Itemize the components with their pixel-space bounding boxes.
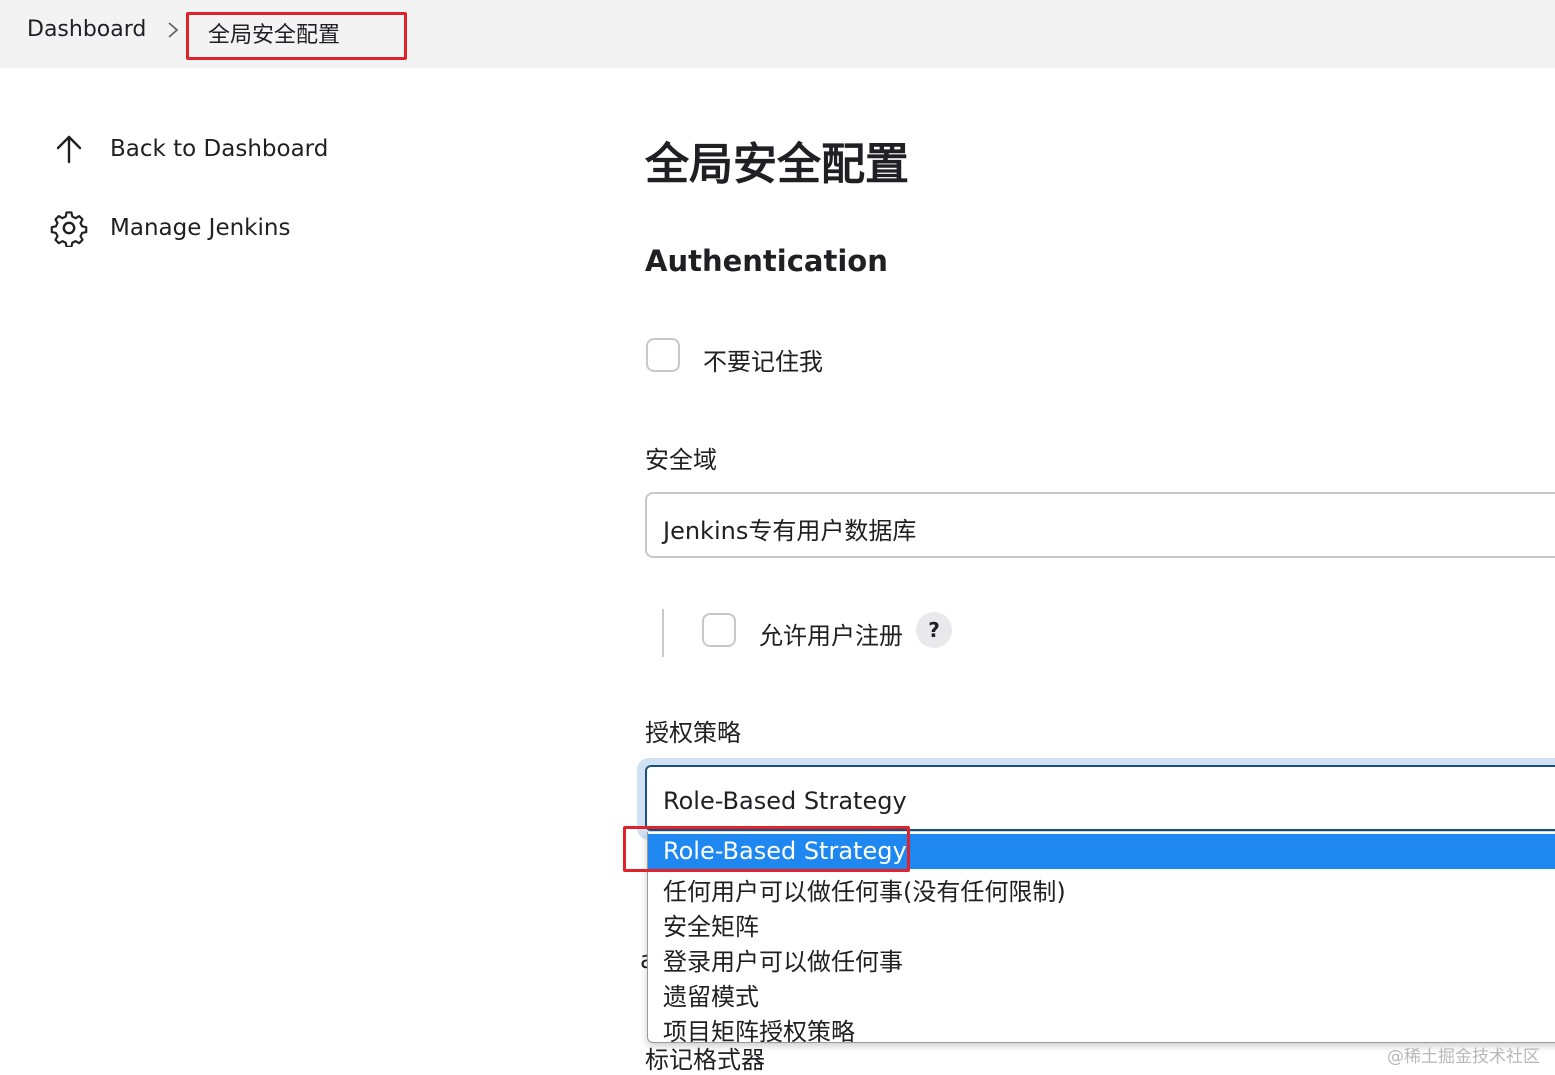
chevron-right-icon [168,22,179,38]
sidebar-item-label: Back to Dashboard [110,136,329,162]
authorization-value: Role-Based Strategy [663,787,907,815]
breadcrumb-dashboard[interactable]: Dashboard [27,17,146,42]
gear-icon [50,211,88,247]
option-label: 登录用户可以做任何事 [663,948,903,976]
security-realm-select[interactable]: Jenkins专有用户数据库 [645,492,1555,558]
sidebar-item-manage-jenkins[interactable]: Manage Jenkins [50,208,290,248]
watermark: @稀土掘金技术社区 [1387,1047,1540,1067]
authorization-label: 授权策略 [645,719,741,747]
dropdown-option-legacy[interactable]: 遗留模式 [648,974,1555,1011]
help-icon[interactable]: ? [916,612,952,648]
dropdown-option-unsecured[interactable]: 任何用户可以做任何事(没有任何限制) [648,869,1555,906]
highlight-box-breadcrumb [186,12,407,60]
dropdown-option-logged-in[interactable]: 登录用户可以做任何事 [648,939,1555,976]
security-realm-label: 安全域 [645,446,717,474]
authorization-select[interactable]: Role-Based Strategy [645,765,1555,831]
dropdown-option-global-matrix[interactable]: 安全矩阵 [648,904,1555,941]
allow-signup-checkbox[interactable] [702,613,736,647]
option-label: 遗留模式 [663,983,759,1011]
page-title: 全局安全配置 [645,139,909,190]
option-label: 项目矩阵授权策略 [663,1018,855,1043]
arrow-up-icon [56,135,82,164]
option-label: 任何用户可以做任何事(没有任何限制) [663,878,1066,906]
remember-me-checkbox[interactable] [646,338,680,372]
remember-me-label: 不要记住我 [703,348,823,376]
sidebar-item-back-to-dashboard[interactable]: Back to Dashboard [50,129,328,169]
section-title-authentication: Authentication [645,244,888,278]
option-label: 安全矩阵 [663,913,759,941]
sidebar-item-label: Manage Jenkins [110,215,291,241]
security-realm-value: Jenkins专有用户数据库 [663,517,917,545]
highlight-box-option [623,826,910,872]
indent-divider [662,609,664,657]
dropdown-option-project-matrix[interactable]: 项目矩阵授权策略 [648,1009,1555,1043]
allow-signup-label: 允许用户注册 [759,622,903,650]
